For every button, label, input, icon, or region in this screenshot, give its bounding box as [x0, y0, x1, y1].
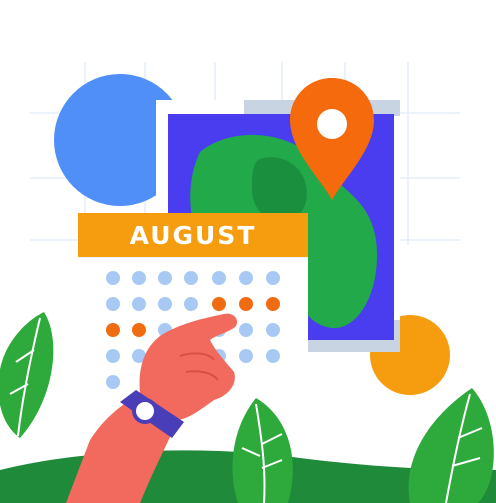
illustration: AUGUST: [0, 0, 496, 503]
calendar-month-banner: AUGUST: [78, 213, 308, 257]
right-leaf: [408, 388, 494, 503]
left-leaf: [0, 312, 54, 438]
